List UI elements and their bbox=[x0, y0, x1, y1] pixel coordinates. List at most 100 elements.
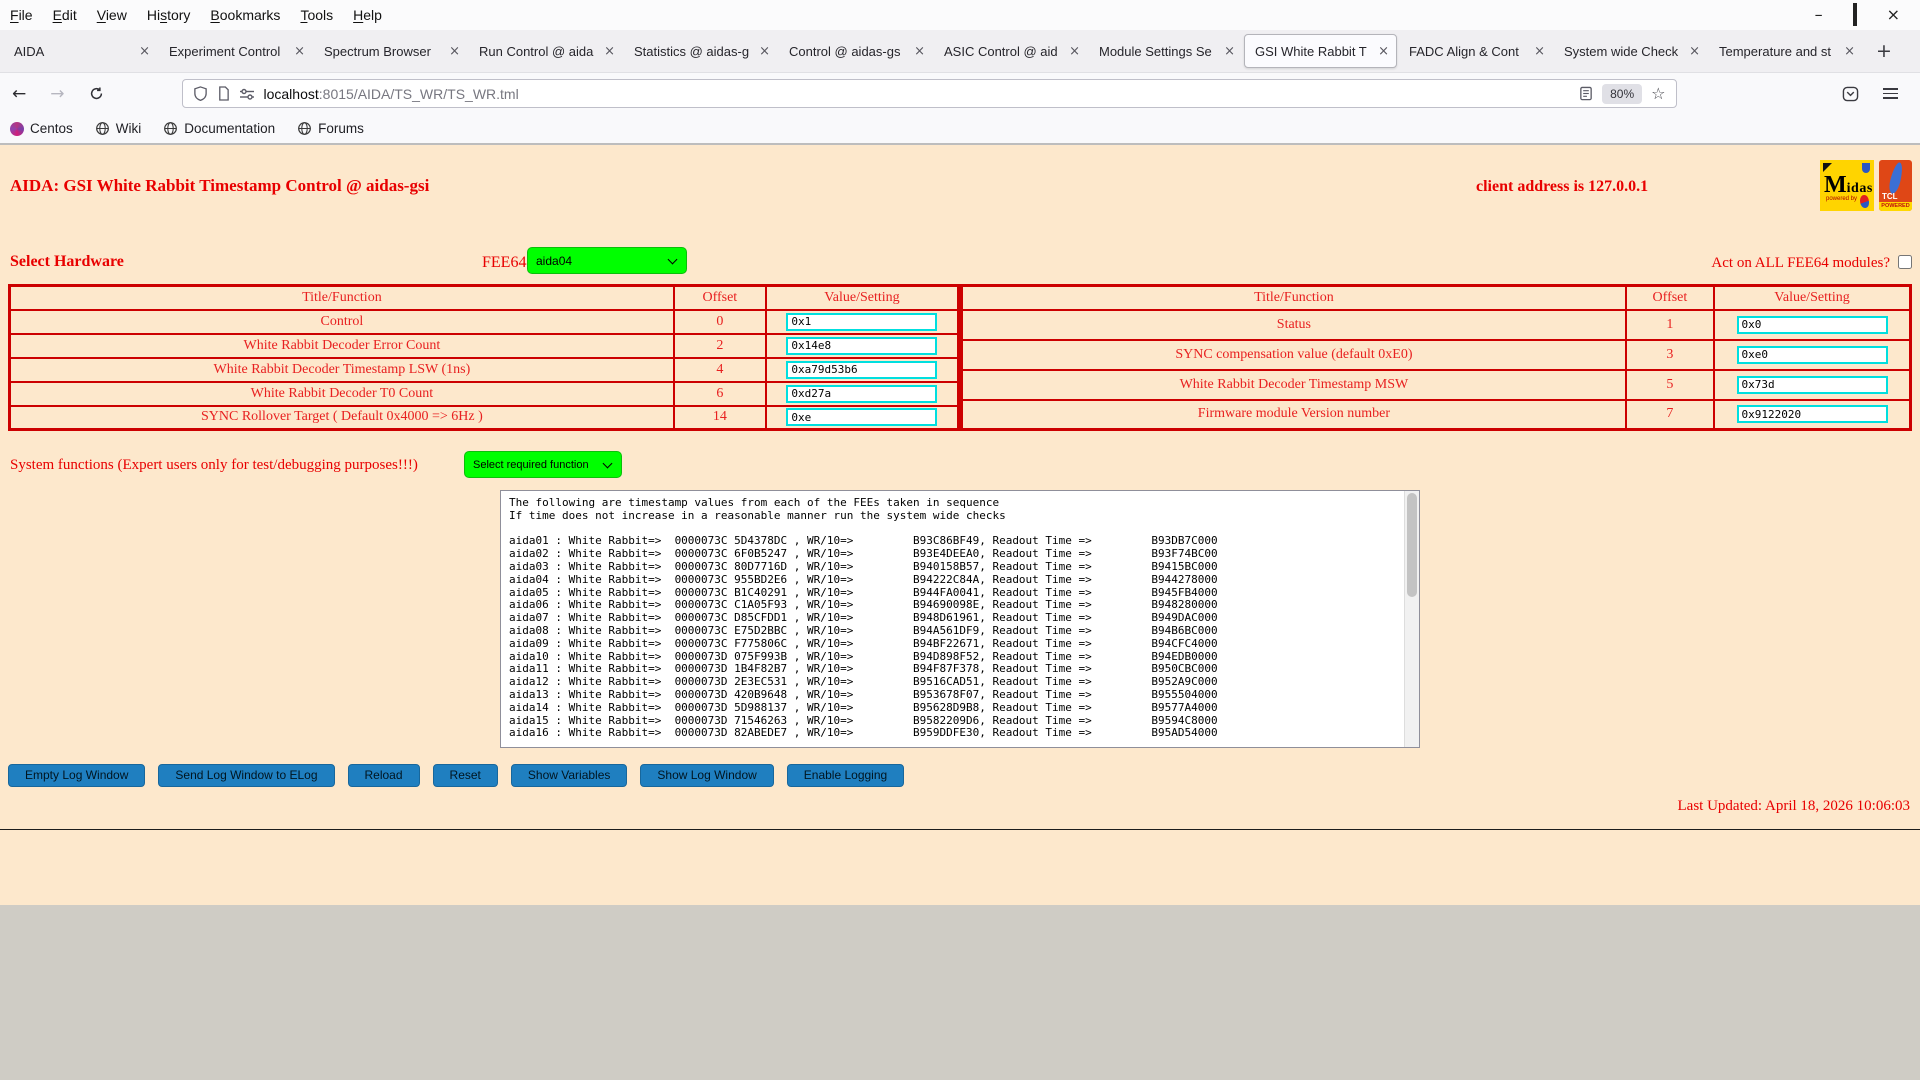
register-value-input[interactable] bbox=[1737, 405, 1888, 423]
tab-bar: AIDA × Experiment Control × Spectrum Bro… bbox=[0, 30, 1920, 73]
browser-tab[interactable]: Control @ aidas-gs × bbox=[779, 34, 932, 68]
back-button[interactable]: ← bbox=[0, 84, 38, 104]
register-table-left: Title/Function Offset Value/Setting Cont… bbox=[8, 284, 960, 431]
register-row: Firmware module Version number 7 bbox=[962, 400, 1911, 430]
register-offset: 1 bbox=[1626, 310, 1714, 340]
browser-tab[interactable]: Spectrum Browser × bbox=[314, 34, 467, 68]
browser-tab[interactable]: GSI White Rabbit T × bbox=[1244, 34, 1397, 68]
tab-close-icon[interactable]: × bbox=[289, 44, 305, 59]
reload-button[interactable] bbox=[77, 86, 116, 101]
act-on-all-label: Act on ALL FEE64 modules? bbox=[1711, 255, 1890, 272]
tab-close-icon[interactable]: × bbox=[599, 44, 615, 59]
control-button[interactable]: Send Log Window to ELog bbox=[158, 764, 334, 787]
browser-tab[interactable]: System wide Check × bbox=[1554, 34, 1707, 68]
tab-close-icon[interactable]: × bbox=[1219, 44, 1235, 59]
register-tables: Title/Function Offset Value/Setting Cont… bbox=[8, 284, 1912, 431]
midas-logo[interactable]: Midas powered by bbox=[1820, 160, 1874, 211]
menu-hamburger-icon[interactable] bbox=[1883, 88, 1898, 99]
tab-title: Experiment Control bbox=[169, 44, 289, 59]
log-scrollbar bbox=[1404, 491, 1419, 747]
tab-title: Spectrum Browser bbox=[324, 44, 444, 59]
act-on-all-checkbox[interactable] bbox=[1898, 255, 1912, 269]
tab-close-icon[interactable]: × bbox=[444, 44, 460, 59]
control-button[interactable]: Empty Log Window bbox=[8, 764, 145, 787]
register-value-input[interactable] bbox=[786, 408, 937, 426]
tab-close-icon[interactable]: × bbox=[1529, 44, 1545, 59]
tab-close-icon[interactable]: × bbox=[1684, 44, 1700, 59]
register-row: SYNC compensation value (default 0xE0) 3 bbox=[962, 340, 1911, 370]
register-value-input[interactable] bbox=[786, 385, 937, 403]
menu-item[interactable]: Bookmarks bbox=[200, 0, 290, 30]
tab-title: Run Control @ aida bbox=[479, 44, 599, 59]
browser-tab[interactable]: FADC Align & Cont × bbox=[1399, 34, 1552, 68]
bookmark-item[interactable]: Centos bbox=[10, 121, 73, 136]
tab-close-icon[interactable]: × bbox=[1373, 44, 1389, 59]
menu-item[interactable]: View bbox=[87, 0, 137, 30]
register-offset: 4 bbox=[674, 358, 766, 382]
browser-tab[interactable]: Experiment Control × bbox=[159, 34, 312, 68]
register-value-input[interactable] bbox=[1737, 346, 1888, 364]
tab-close-icon[interactable]: × bbox=[909, 44, 925, 59]
control-button[interactable]: Reload bbox=[348, 764, 420, 787]
control-button[interactable]: Reset bbox=[433, 764, 498, 787]
pocket-icon[interactable] bbox=[1842, 86, 1859, 102]
menu-item[interactable]: Tools bbox=[290, 0, 343, 30]
tab-close-icon[interactable]: × bbox=[754, 44, 770, 59]
forward-button[interactable]: → bbox=[38, 84, 76, 104]
bookmark-label: Documentation bbox=[184, 121, 275, 136]
column-header: Offset bbox=[1626, 286, 1714, 310]
system-functions-select[interactable]: Select required function bbox=[464, 451, 622, 478]
browser-tab[interactable]: Module Settings Se × bbox=[1089, 34, 1242, 68]
register-value-input[interactable] bbox=[786, 337, 937, 355]
tcl-powered-logo[interactable]: TCL POWERED bbox=[1879, 160, 1912, 211]
new-tab-button[interactable]: + bbox=[1864, 40, 1904, 62]
control-button[interactable]: Show Log Window bbox=[640, 764, 773, 787]
column-header: Value/Setting bbox=[766, 286, 959, 310]
bookmark-item[interactable]: Documentation bbox=[163, 121, 275, 136]
toolbar-right bbox=[1842, 86, 1920, 102]
register-value-input[interactable] bbox=[786, 361, 937, 379]
midas-logo-subtext: powered by bbox=[1826, 196, 1857, 202]
tracking-shield-icon[interactable] bbox=[193, 86, 208, 101]
tab-close-icon[interactable]: × bbox=[1839, 44, 1855, 59]
browser-tab[interactable]: ASIC Control @ aid × bbox=[934, 34, 1087, 68]
menu-item[interactable]: Edit bbox=[43, 0, 87, 30]
register-title: Control bbox=[10, 310, 674, 334]
browser-tab[interactable]: AIDA × bbox=[4, 34, 157, 68]
column-header: Value/Setting bbox=[1714, 286, 1910, 310]
bookmark-star-icon[interactable]: ☆ bbox=[1651, 84, 1665, 103]
system-functions-selected-value: Select required function bbox=[473, 459, 589, 471]
reader-mode-icon[interactable] bbox=[1579, 86, 1593, 101]
browser-tab[interactable]: Run Control @ aida × bbox=[469, 34, 622, 68]
url-text[interactable]: localhost:8015/AIDA/TS_WR/TS_WR.tml bbox=[264, 86, 519, 102]
menu-items: FileEditViewHistoryBookmarksToolsHelp bbox=[0, 0, 392, 30]
page-info-icon[interactable] bbox=[217, 86, 230, 101]
log-textarea[interactable]: The following are timestamp values from … bbox=[501, 491, 1419, 747]
browser-tab[interactable]: Temperature and st × bbox=[1709, 34, 1862, 68]
close-button[interactable]: × bbox=[1887, 7, 1900, 23]
register-title: White Rabbit Decoder Timestamp LSW (1ns) bbox=[10, 358, 674, 382]
control-button[interactable]: Show Variables bbox=[511, 764, 628, 787]
register-value-input[interactable] bbox=[1737, 316, 1888, 334]
permissions-icon[interactable] bbox=[239, 87, 255, 101]
footer-divider bbox=[0, 829, 1920, 830]
bookmark-item[interactable]: Forums bbox=[297, 121, 364, 136]
browser-tab[interactable]: Statistics @ aidas-g × bbox=[624, 34, 777, 68]
menu-item[interactable]: History bbox=[137, 0, 201, 30]
fee64-select[interactable]: aida04 bbox=[527, 247, 687, 274]
tab-close-icon[interactable]: × bbox=[134, 44, 150, 59]
log-scrollbar-thumb[interactable] bbox=[1407, 493, 1417, 597]
register-value-input[interactable] bbox=[1737, 376, 1888, 394]
register-row: SYNC Rollover Target ( Default 0x4000 =>… bbox=[10, 406, 959, 430]
register-value-input[interactable] bbox=[786, 313, 937, 331]
maximize-button[interactable] bbox=[1853, 7, 1857, 23]
control-button[interactable]: Enable Logging bbox=[787, 764, 904, 787]
fee64-label: FEE64 bbox=[482, 254, 526, 272]
menu-item[interactable]: File bbox=[0, 0, 43, 30]
menu-item[interactable]: Help bbox=[343, 0, 392, 30]
zoom-indicator[interactable]: 80% bbox=[1602, 84, 1642, 104]
url-bar[interactable]: localhost:8015/AIDA/TS_WR/TS_WR.tml 80% … bbox=[182, 79, 1677, 108]
minimize-button[interactable]: – bbox=[1815, 7, 1823, 23]
bookmark-item[interactable]: Wiki bbox=[95, 121, 142, 136]
tab-close-icon[interactable]: × bbox=[1064, 44, 1080, 59]
